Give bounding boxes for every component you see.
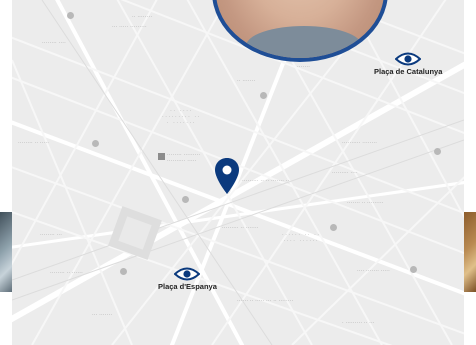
map-label: ·· ········ [132, 14, 153, 20]
map-label: ······ ·· ····· ··· ·· ········ [237, 298, 294, 304]
photo-right-edge [462, 212, 476, 292]
poi-marker[interactable] [120, 268, 127, 275]
marker-label: Plaça de Catalunya [374, 67, 443, 76]
map-label: ···· ······· ····· [357, 268, 391, 274]
map-pin-icon[interactable] [215, 158, 239, 194]
district-label: ·· ···· ········· ·· · ······· [162, 108, 201, 126]
map-label: ········· ·· ······· [222, 225, 259, 231]
map-label: ········· ···· [332, 170, 358, 176]
map-label: ········ ········· ·········· ····· [167, 152, 201, 164]
poi-marker[interactable] [67, 12, 74, 19]
poi-marker[interactable] [92, 140, 99, 147]
district-label: ······ ·· ·· ···· ······ [282, 232, 321, 244]
marker-label: Plaça d'Espanya [158, 282, 217, 291]
poi-marker[interactable] [410, 266, 417, 273]
map-label: · ········· ·· ··· [342, 320, 375, 326]
map-label: ·· ······· [237, 78, 256, 84]
map-label: ········ ···· [42, 40, 66, 46]
map-label: ·········· ········ [342, 140, 378, 146]
map-label: ········ ·· ······ [50, 270, 84, 276]
map-label: ··· ······· [92, 312, 113, 318]
poi-marker[interactable] [434, 148, 441, 155]
building-marker[interactable] [158, 153, 165, 160]
poi-marker-placa-de-catalunya[interactable]: Plaça de Catalunya [374, 51, 442, 76]
map-label: ········· ·· ·· ······· ·· [242, 178, 290, 184]
poi-marker[interactable] [182, 196, 189, 203]
map-view[interactable]: ·· ········ ··· ····· ········· ········… [12, 0, 464, 345]
avatar-shirt [246, 26, 362, 58]
map-label: ········ ··· [40, 232, 63, 238]
map-label: ······· ·· ········· [347, 200, 384, 206]
poi-marker-placa-d-espanya[interactable]: Plaça d'Espanya [158, 266, 217, 291]
map-label: ······· [297, 64, 311, 70]
eye-icon [174, 267, 201, 281]
map-label: ··· ····· ········· [112, 24, 147, 30]
poi-marker[interactable] [330, 224, 337, 231]
map-label: ········ ·· ····· [18, 140, 50, 146]
eye-icon [395, 52, 422, 66]
poi-marker[interactable] [260, 92, 267, 99]
